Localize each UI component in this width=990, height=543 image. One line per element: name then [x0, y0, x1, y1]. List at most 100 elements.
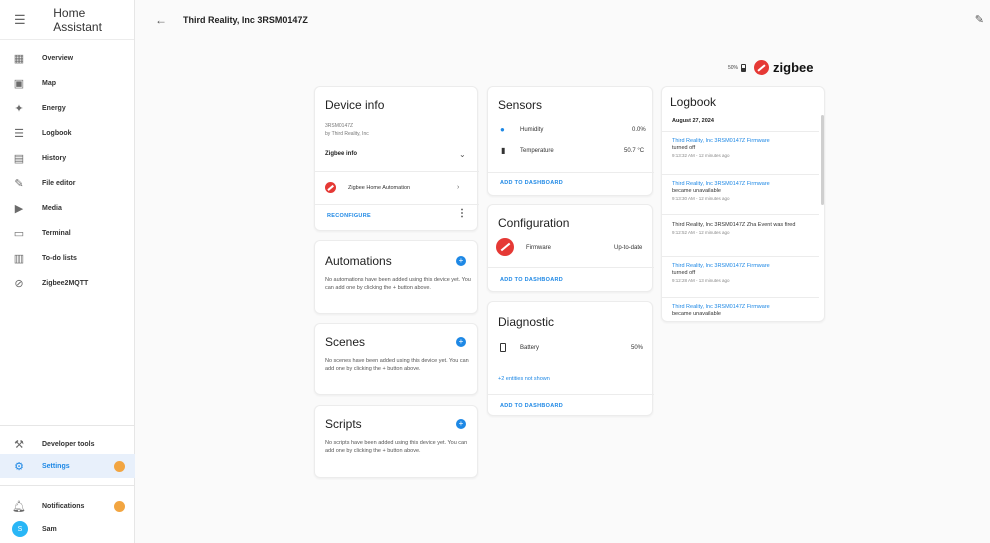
integration-row[interactable]: Zigbee Home Automation › [325, 182, 470, 193]
battery-label: Battery [520, 345, 540, 351]
add-automation-icon[interactable]: + [456, 256, 466, 266]
sidebar-item-label: File editor [42, 179, 76, 187]
add-script-icon[interactable]: + [456, 419, 466, 429]
configuration-card: Configuration Firmware Up-to-date ADD TO… [487, 204, 654, 292]
logbook-entry[interactable]: Third Reality, Inc 3RSM0147Z Firmware be… [672, 181, 822, 201]
humidity-row[interactable]: ● Humidity 0.0% [498, 125, 648, 137]
logbook-entry-action: Third Reality, Inc 3RSM0147Z Zha Event w… [672, 222, 796, 228]
hidden-entities-link[interactable]: +2 entities not shown [498, 376, 550, 382]
logbook-entry-action: became unavailable [672, 311, 721, 317]
more-vertical-icon[interactable]: ⋮ [457, 208, 467, 219]
diagnostic-add-to-dashboard-button[interactable]: ADD TO DASHBOARD [500, 403, 563, 409]
sidebar-item-settings[interactable]: ⚙ Settings [0, 454, 135, 478]
zigbee-logo-text: zigbee [773, 60, 814, 75]
sidebar-item-label: Settings [42, 462, 70, 470]
logbook-divider [662, 131, 819, 132]
sidebar-item-overview[interactable]: ▦ Overview [0, 46, 135, 70]
logbook-entry[interactable]: Third Reality, Inc 3RSM0147Z Firmware tu… [672, 263, 822, 283]
card-divider [315, 204, 479, 205]
sidebar-item-file-editor[interactable]: ✎ File editor [0, 171, 135, 195]
sensors-title: Sensors [498, 98, 543, 112]
diagnostic-title: Diagnostic [498, 315, 555, 329]
settings-badge [114, 461, 125, 472]
sidebar-item-label: Developer tools [42, 440, 95, 448]
logbook-entry[interactable]: Third Reality, Inc 3RSM0147Z Firmware be… [672, 304, 822, 317]
sidebar-item-label: Terminal [42, 229, 71, 237]
humidity-label: Humidity [520, 127, 544, 133]
logbook-title: Logbook [670, 95, 717, 109]
zigbee-info-expander[interactable]: Zigbee info [325, 151, 357, 157]
sidebar-item-media[interactable]: ▶ Media [0, 196, 135, 220]
logbook-entry-name[interactable]: Third Reality, Inc 3RSM0147Z Firmware [672, 138, 822, 144]
battery-value: 50% [631, 345, 644, 351]
chevron-down-icon[interactable]: ⌄ [459, 150, 466, 159]
temperature-label: Temperature [520, 148, 554, 154]
zigbee-firmware-icon [496, 238, 514, 256]
media-icon: ▶ [14, 202, 24, 215]
logbook-entry-name[interactable]: Third Reality, Inc 3RSM0147Z Firmware [672, 263, 822, 269]
firmware-label: Firmware [526, 245, 551, 251]
sidebar: ☰ Home Assistant ▦ Overview ▣ Map ✦ Ener… [0, 0, 135, 543]
sidebar-item-map[interactable]: ▣ Map [0, 71, 135, 95]
chevron-right-icon: › [457, 184, 460, 191]
logbook-entry-name[interactable]: Third Reality, Inc 3RSM0147Z Firmware [672, 181, 822, 187]
pencil-icon[interactable]: ✎ [975, 13, 984, 26]
sidebar-item-energy[interactable]: ✦ Energy [0, 96, 135, 120]
map-icon: ▣ [13, 77, 25, 90]
sidebar-item-label: Logbook [42, 129, 72, 137]
sensors-add-to-dashboard-button[interactable]: ADD TO DASHBOARD [500, 180, 563, 186]
sidebar-item-user[interactable]: S Sam [0, 517, 135, 541]
scenes-card: Scenes + No scenes have been added using… [314, 323, 478, 395]
logbook-entry-time: 9:13:30 AM - 12 minutes ago [672, 196, 730, 201]
sidebar-item-todo[interactable]: ▥ To-do lists [0, 246, 135, 270]
menu-icon[interactable]: ☰ [14, 12, 37, 28]
temperature-value: 50.7 °C [624, 148, 645, 154]
logbook-entry-action: turned off [672, 145, 696, 151]
logbook-entry-time: 9:13:32 AM - 12 minutes ago [672, 153, 730, 158]
logbook-entry[interactable]: Third Reality, Inc 3RSM0147Z Firmware tu… [672, 138, 822, 158]
energy-icon: ✦ [14, 102, 24, 115]
back-arrow-icon[interactable]: ← [155, 13, 167, 27]
configuration-add-to-dashboard-button[interactable]: ADD TO DASHBOARD [500, 277, 563, 283]
battery-icon [500, 343, 506, 352]
gear-icon: ⚙ [14, 460, 24, 473]
sidebar-item-label: History [42, 154, 67, 162]
sidebar-item-logbook[interactable]: ☰ Logbook [0, 121, 135, 145]
temperature-row[interactable]: ▮ Temperature 50.7 °C [498, 146, 648, 158]
sidebar-item-terminal[interactable]: ▭ Terminal [0, 221, 135, 245]
sidebar-item-notifications[interactable]: 🔔︎ Notifications [0, 494, 135, 518]
notifications-badge [114, 501, 125, 512]
firmware-row[interactable]: Firmware Up-to-date [496, 238, 648, 258]
sidebar-item-history[interactable]: ▤ History [0, 146, 135, 170]
sidebar-item-label: Zigbee2MQTT [42, 279, 89, 287]
battery-row[interactable]: Battery 50% [498, 343, 648, 355]
reconfigure-button[interactable]: RECONFIGURE [327, 213, 371, 219]
terminal-icon: ▭ [13, 227, 25, 240]
device-manufacturer: by Third Reality, Inc [325, 131, 369, 137]
device-info-title: Device info [325, 98, 385, 112]
automations-card: Automations + No automations have been a… [314, 240, 478, 314]
list-icon: ☰ [14, 127, 24, 140]
scenes-empty-text: No scenes have been added using this dev… [325, 358, 469, 372]
add-scene-icon[interactable]: + [456, 337, 466, 347]
humidity-value: 0.0% [632, 127, 646, 133]
logbook-entry-action: became unavailable [672, 188, 721, 194]
sidebar-divider [0, 485, 135, 486]
sidebar-item-label: To-do lists [42, 254, 77, 262]
logbook-divider [662, 297, 819, 298]
logbook-date: August 27, 2024 [672, 118, 714, 124]
logbook-entry-action: turned off [672, 270, 696, 276]
sensors-card: Sensors ● Humidity 0.0% ▮ Temperature 50… [487, 86, 654, 196]
zigbee-integration-icon [325, 182, 336, 193]
logbook-entry-time: 9:12:52 AM - 12 minutes ago [672, 230, 730, 235]
chart-icon: ▤ [13, 152, 25, 165]
sidebar-item-zigbee2mqtt[interactable]: ⊘ Zigbee2MQTT [0, 271, 135, 295]
brand-area: 50% zigbee [728, 60, 813, 75]
logbook-entry[interactable]: Third Reality, Inc 3RSM0147Z Zha Event w… [672, 221, 817, 235]
automations-empty-text: No automations have been added using thi… [325, 277, 471, 291]
diagnostic-card: Diagnostic Battery 50% +2 entities not s… [487, 301, 654, 416]
wrench-icon: ✎ [14, 177, 24, 190]
logbook-entry-name[interactable]: Third Reality, Inc 3RSM0147Z Firmware [672, 304, 822, 310]
configuration-title: Configuration [498, 216, 570, 230]
sidebar-item-developer-tools[interactable]: ⚒ Developer tools [0, 432, 135, 456]
